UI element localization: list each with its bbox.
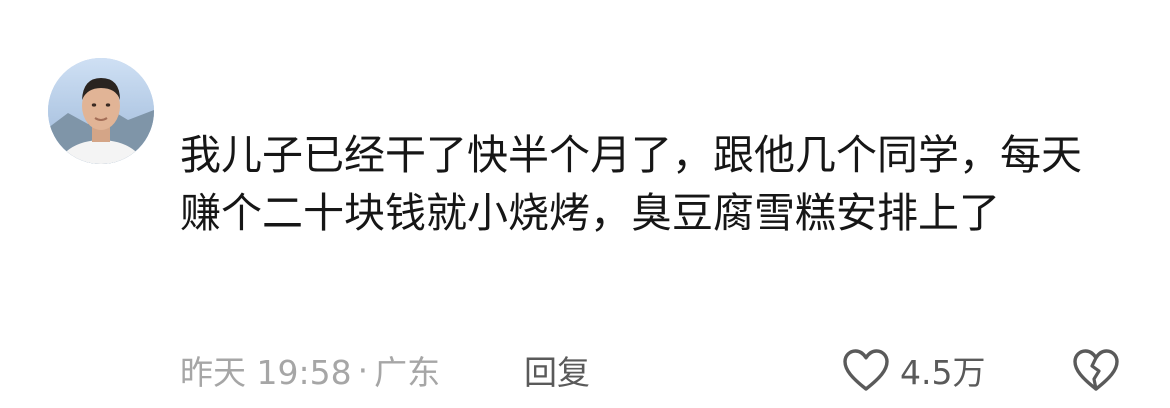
username[interactable] <box>180 82 340 98</box>
dislike-button[interactable] <box>1072 346 1120 394</box>
avatar[interactable] <box>48 58 154 164</box>
avatar-image <box>48 58 154 164</box>
like-button[interactable]: 4.5万 <box>842 346 985 394</box>
meta-separator: · <box>357 350 369 390</box>
comment-location: 广东 <box>374 353 441 392</box>
reply-button[interactable]: 回复 <box>524 348 590 392</box>
heart-outline-icon <box>843 349 889 391</box>
comment-time: 昨天 19:58 <box>180 353 352 392</box>
comment-item: 我儿子已经干了快半个月了，跟他几个同学，每天赚个二十块钱就小烧烤，臭豆腐雪糕安排… <box>0 0 1170 408</box>
comment-text: 我儿子已经干了快半个月了，跟他几个同学，每天赚个二十块钱就小烧烤，臭豆腐雪糕安排… <box>180 131 1082 237</box>
broken-heart-icon <box>1073 349 1119 391</box>
comment-meta: 昨天 19:58 · 广东 <box>180 348 441 393</box>
like-count: 4.5万 <box>900 353 986 392</box>
